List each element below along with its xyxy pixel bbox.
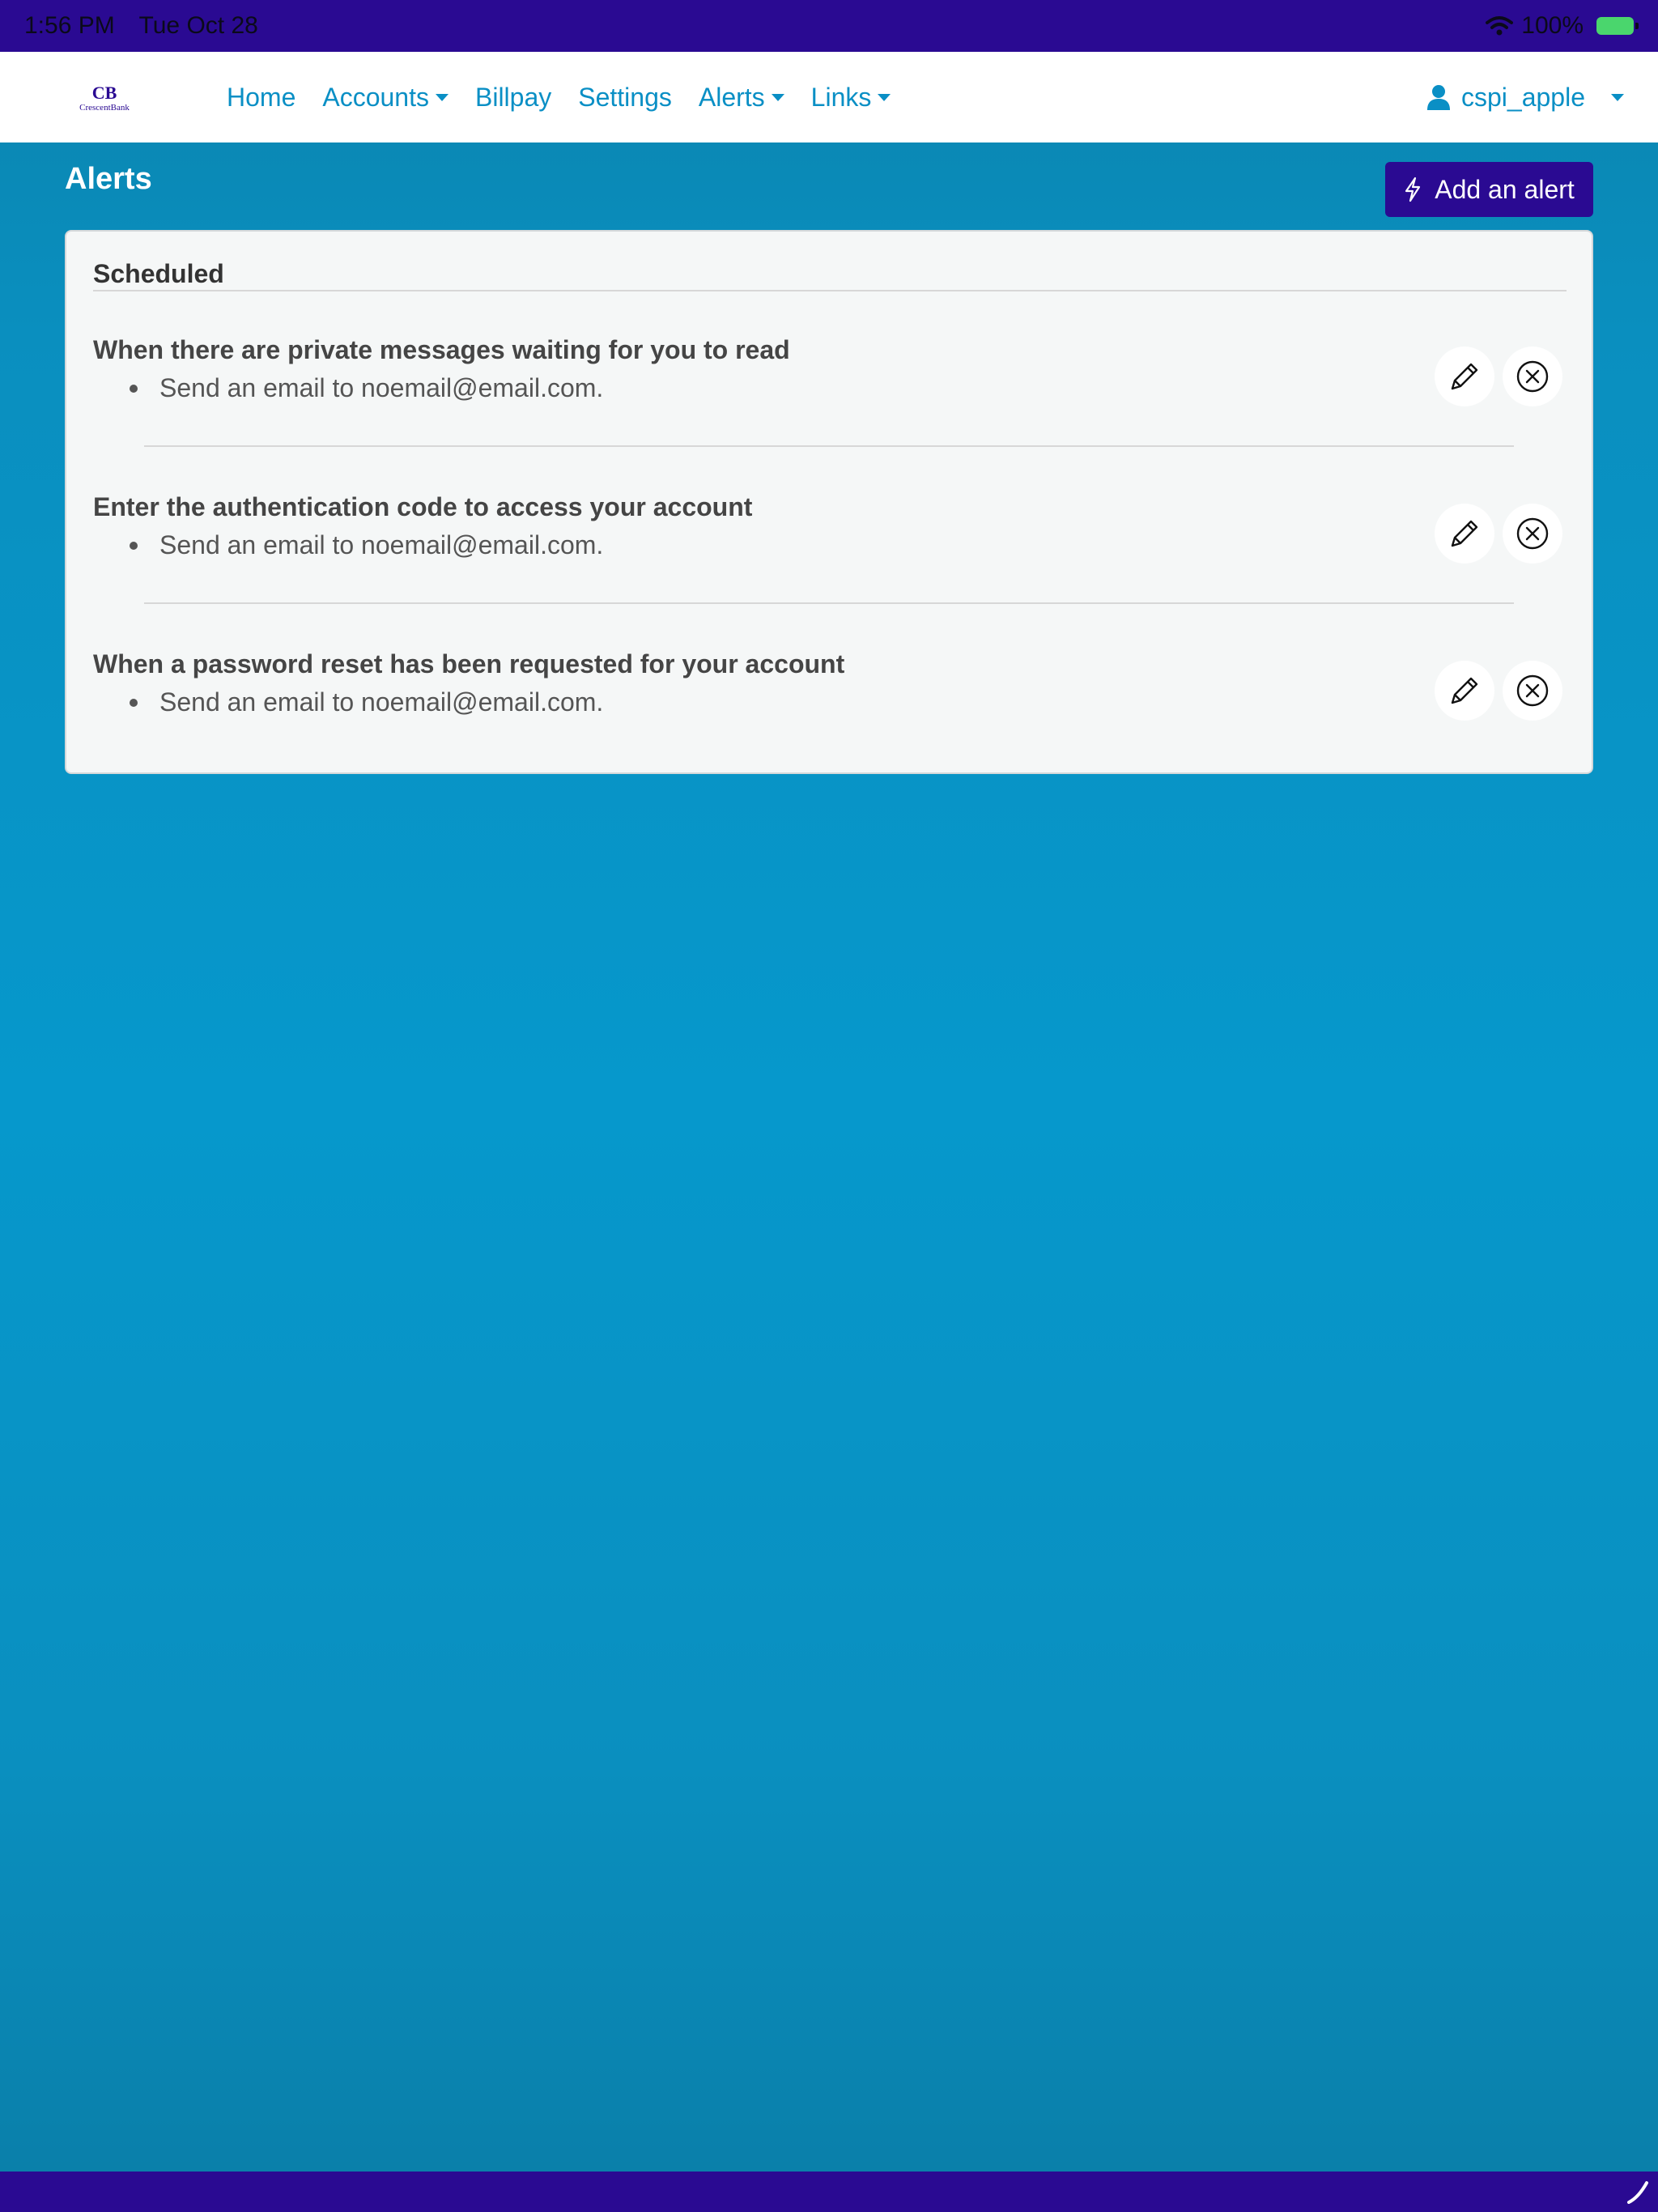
delete-alert-button[interactable] [1503,504,1562,564]
bullet [130,384,138,393]
caret-down-icon [435,93,449,101]
navbar: CB CrescentBank Home Accounts Billpay Se… [0,52,1658,143]
close-circle-icon [1516,517,1549,550]
lightning-icon [1405,177,1421,202]
alert-divider [144,445,1514,447]
status-time: 1:56 PM [24,12,115,39]
delete-alert-button[interactable] [1503,661,1562,721]
user-menu[interactable]: cspi_apple [1427,52,1624,143]
bullet [130,698,138,707]
alert-item: When there are private messages waiting … [93,335,1567,457]
user-name: cspi_apple [1461,82,1585,112]
alert-item: When a password reset has been requested… [93,649,1567,771]
nav-link-label: Billpay [474,82,552,112]
logo-monogram: CB [91,83,117,103]
alerts-card: Scheduled When there are private message… [65,230,1593,774]
caret-down-icon [1611,93,1624,101]
nav-link-label: Links [810,82,872,112]
alert-detail: Send an email to noemail@email.com. [130,687,603,717]
bottom-bar [0,2172,1658,2212]
alert-title: When a password reset has been requested… [93,649,845,678]
caret-down-icon [771,93,784,101]
section-divider [93,290,1567,291]
edit-alert-button[interactable] [1435,347,1494,406]
edit-alert-button[interactable] [1435,661,1494,721]
nav-link-label: Settings [578,82,672,112]
alert-item: Enter the authentication code to access … [93,492,1567,614]
close-circle-icon [1516,674,1549,707]
nav-link-links[interactable]: Links [811,83,891,113]
nav-link-settings[interactable]: Settings [578,83,672,113]
nav-link-home[interactable]: Home [227,83,295,113]
alert-detail: Send an email to noemail@email.com. [130,373,603,403]
bullet [130,541,138,550]
pencil-icon [1451,520,1478,547]
add-alert-label: Add an alert [1435,174,1575,204]
status-right: 100% [1486,12,1639,40]
delete-alert-button[interactable] [1503,347,1562,406]
battery-charging-icon [1596,17,1639,35]
caret-down-icon [878,93,891,101]
pencil-icon [1451,677,1478,704]
status-bar: 1:56 PM Tue Oct 28 100% [0,0,1658,52]
resize-handle-icon[interactable] [1626,2180,1650,2204]
alert-divider [144,602,1514,604]
nav-link-label: Alerts [698,82,765,112]
nav-link-accounts[interactable]: Accounts [322,83,449,113]
pencil-icon [1451,363,1478,390]
nav-link-label: Home [227,82,296,112]
edit-alert-button[interactable] [1435,504,1494,564]
logo-name: CrescentBank [79,103,130,113]
nav-links: Home Accounts Billpay Settings Alerts Li… [227,52,891,143]
alert-detail-text: Send an email to noemail@email.com. [159,687,604,717]
page-title: Alerts [65,162,152,196]
user-icon [1427,85,1450,110]
section-title: Scheduled [93,259,224,288]
alert-title: Enter the authentication code to access … [93,492,753,521]
status-left: 1:56 PM Tue Oct 28 [24,12,276,40]
wifi-icon [1486,16,1514,36]
nav-link-alerts[interactable]: Alerts [699,83,784,113]
close-circle-icon [1516,360,1549,393]
add-alert-button[interactable]: Add an alert [1385,162,1593,217]
alert-detail-text: Send an email to noemail@email.com. [159,530,604,559]
battery-percent: 100% [1521,12,1584,39]
nav-link-billpay[interactable]: Billpay [475,83,551,113]
nav-link-label: Accounts [322,82,429,112]
alert-detail-text: Send an email to noemail@email.com. [159,373,604,402]
alert-title: When there are private messages waiting … [93,335,790,364]
bank-logo[interactable]: CB CrescentBank [74,84,134,115]
alert-detail: Send an email to noemail@email.com. [130,530,603,560]
status-date: Tue Oct 28 [138,12,258,39]
